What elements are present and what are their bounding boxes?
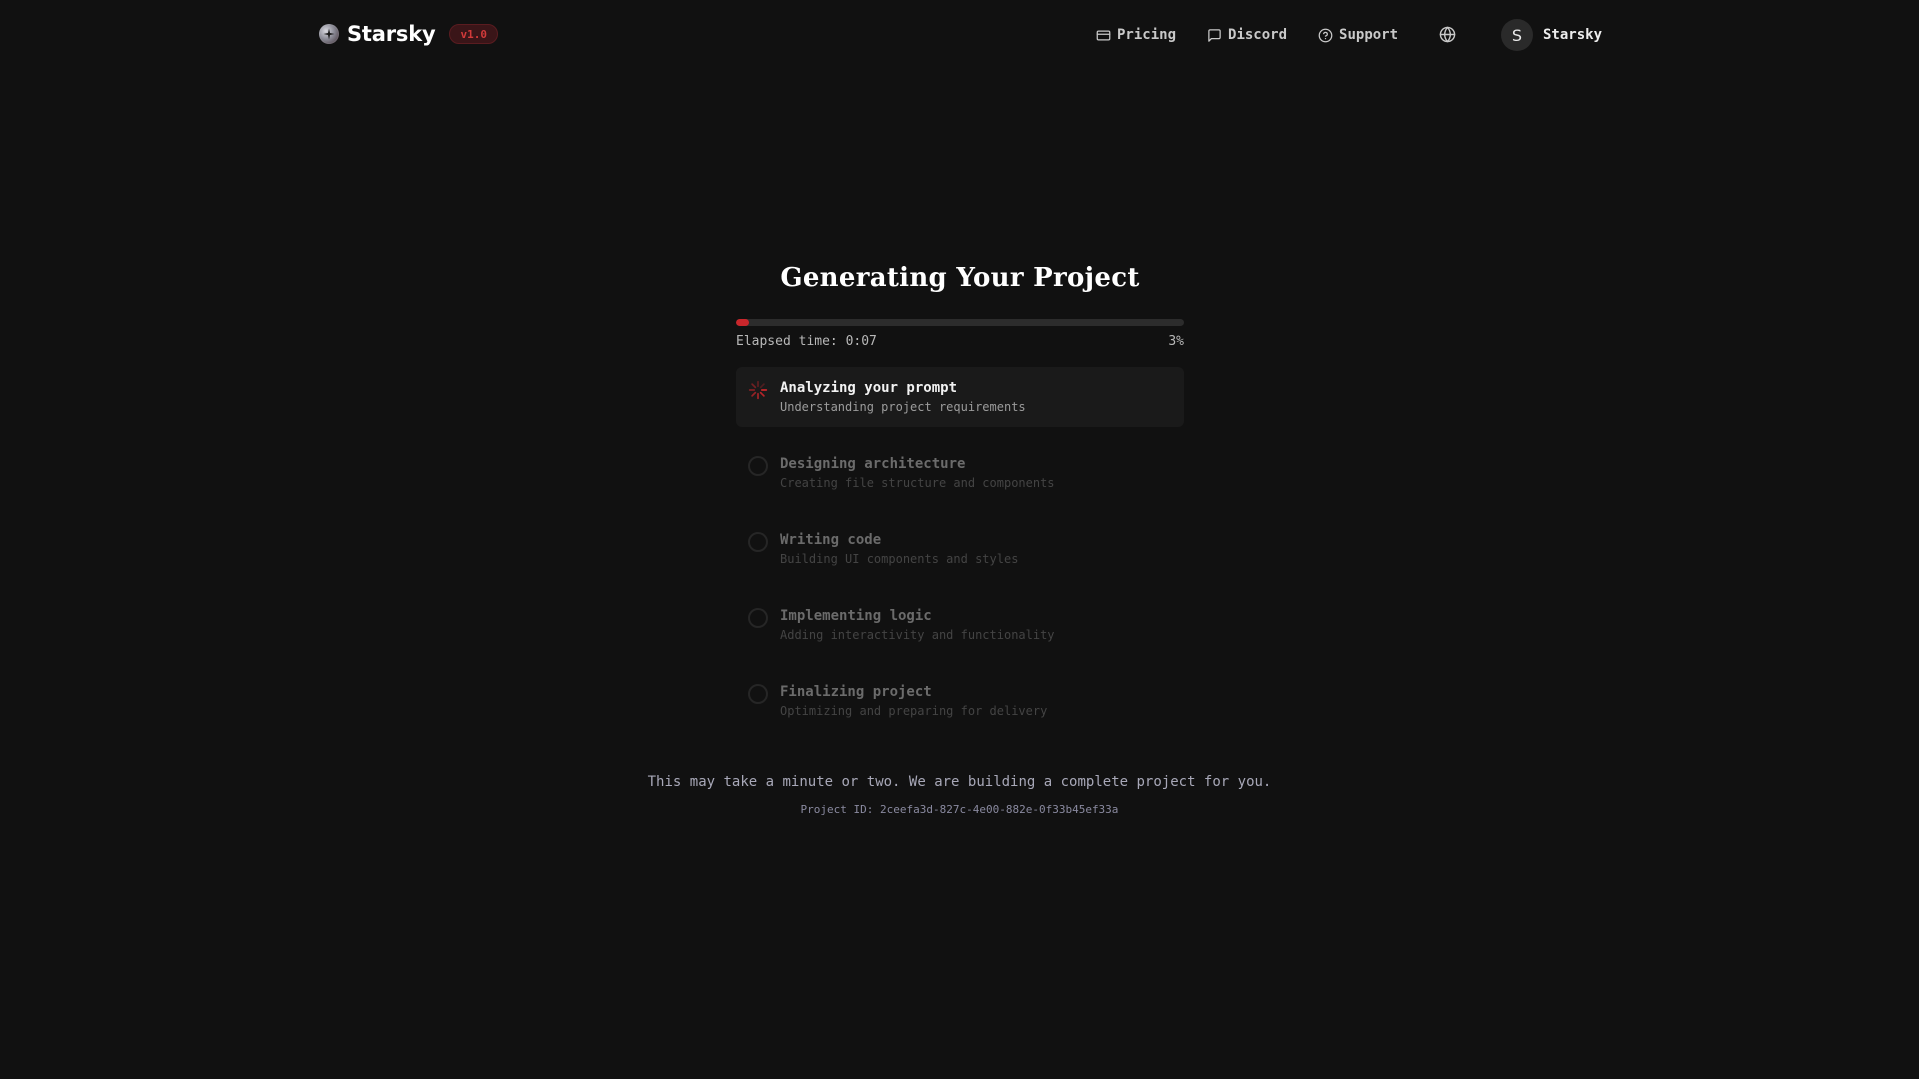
step-item: Designing architecture Creating file str… [736, 443, 1184, 503]
step-title: Implementing logic [780, 608, 932, 624]
elapsed-time: Elapsed time: 0:07 [736, 334, 877, 349]
top-nav: Pricing Discord Support [1096, 24, 1429, 46]
empty-circle-icon [748, 456, 768, 476]
step-description: Creating file structure and components [780, 476, 1055, 490]
user-name: Starsky [1543, 27, 1603, 43]
empty-circle-icon [748, 684, 768, 704]
step-title: Analyzing your prompt [780, 380, 958, 396]
step-item: Finalizing project Optimizing and prepar… [736, 671, 1184, 731]
wait-note: This may take a minute or two. We are bu… [647, 774, 1272, 790]
circle-outline [748, 608, 768, 628]
version-badge: v1.0 [449, 24, 498, 44]
nav-support-label: Support [1339, 27, 1399, 43]
spinner-icon [748, 380, 768, 400]
credit-card-icon [1096, 28, 1111, 43]
progress-percent: 3% [1168, 334, 1184, 349]
empty-circle-icon [748, 608, 768, 628]
step-title: Writing code [780, 532, 882, 548]
step-description: Adding interactivity and functionality [780, 628, 1055, 642]
empty-circle-icon [748, 532, 768, 552]
progress-bar-fill [736, 319, 750, 326]
page-title: Generating Your Project [780, 263, 1140, 293]
globe-icon[interactable] [1439, 26, 1456, 47]
step-title: Designing architecture [780, 456, 966, 472]
nav-discord-link[interactable]: Discord [1207, 27, 1287, 43]
brand[interactable]: Starsky v1.0 [319, 22, 498, 46]
message-square-icon [1207, 28, 1222, 43]
step-description: Understanding project requirements [780, 400, 1026, 414]
circle-outline [748, 456, 768, 476]
nav-support-link[interactable]: Support [1318, 27, 1398, 43]
progress-info: Elapsed time: 0:07 3% [736, 334, 1184, 349]
circle-outline [748, 684, 768, 704]
nav-pricing-label: Pricing [1117, 27, 1177, 43]
user-menu[interactable]: S Starsky [1501, 19, 1602, 51]
circle-outline [748, 532, 768, 552]
progress-bar [736, 319, 1184, 326]
starsky-logo-icon [319, 24, 339, 44]
step-description: Optimizing and preparing for delivery [780, 704, 1048, 718]
avatar: S [1501, 19, 1533, 51]
help-circle-icon [1318, 28, 1333, 43]
step-item: Analyzing your prompt Understanding proj… [736, 367, 1184, 427]
nav-discord-label: Discord [1228, 27, 1288, 43]
project-id: Project ID: 2ceefa3d-827c-4e00-882e-0f33… [800, 803, 1119, 816]
steps-list: Analyzing your prompt Understanding proj… [736, 367, 1184, 731]
step-item: Implementing logic Adding interactivity … [736, 595, 1184, 655]
nav-pricing-link[interactable]: Pricing [1096, 27, 1176, 43]
top-header: Starsky v1.0 Pricing Discord Support S S… [0, 0, 1919, 72]
step-item: Writing code Building UI components and … [736, 519, 1184, 579]
generation-panel: Generating Your Project Elapsed time: 0:… [736, 258, 1184, 747]
step-title: Finalizing project [780, 684, 932, 700]
step-description: Building UI components and styles [780, 552, 1019, 566]
brand-name: Starsky [347, 22, 436, 46]
